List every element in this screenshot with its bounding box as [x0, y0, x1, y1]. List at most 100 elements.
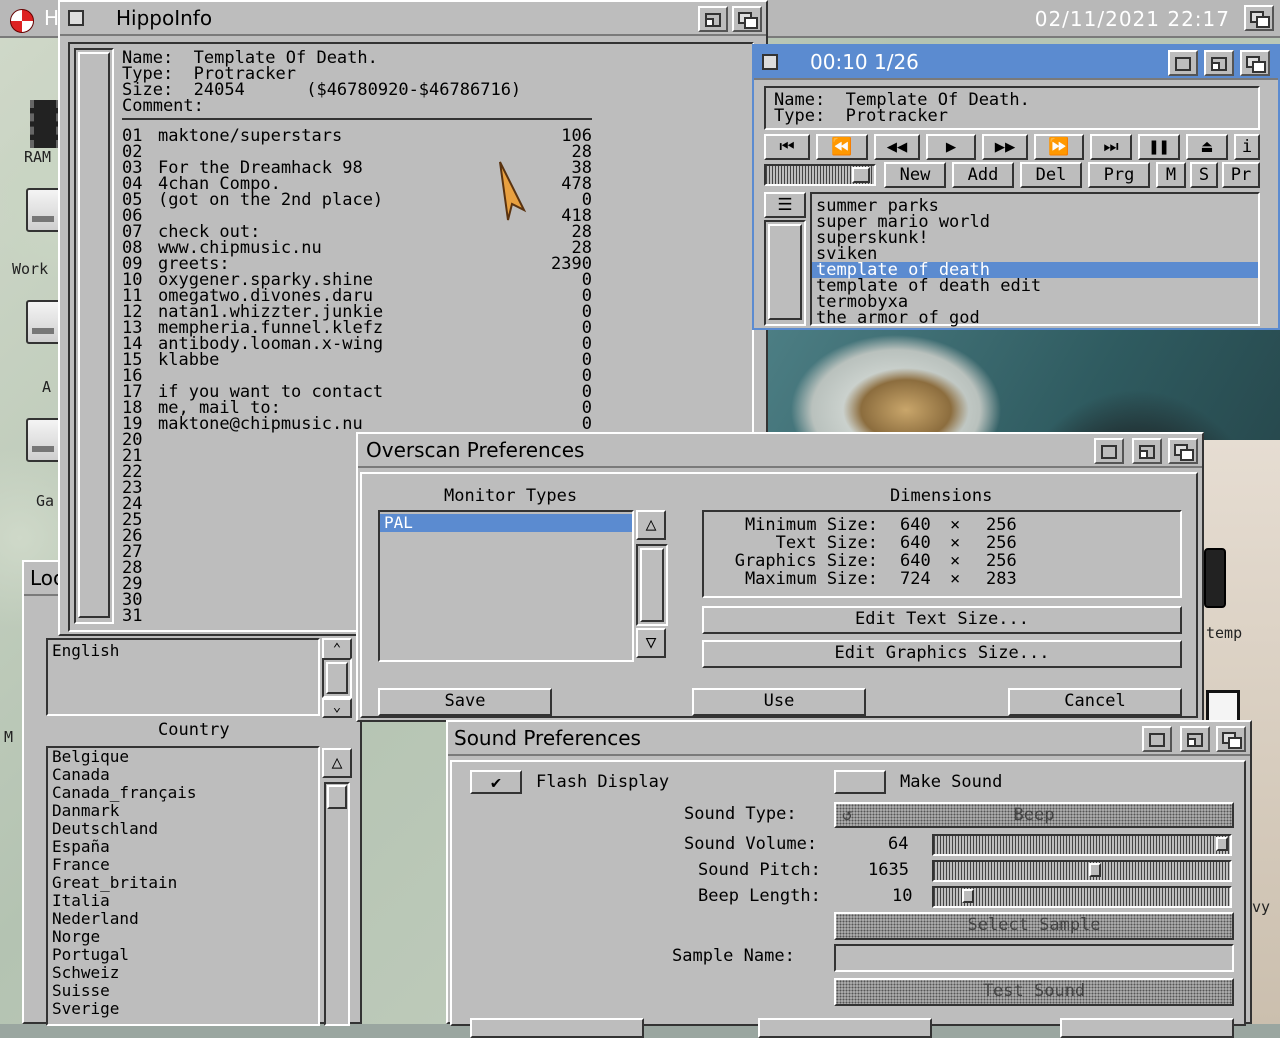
- player-depth-icon[interactable]: [1240, 50, 1270, 76]
- player-volume-knob[interactable]: [852, 167, 870, 183]
- monitor-type-item[interactable]: PAL: [380, 514, 632, 532]
- country-item[interactable]: Belgique: [48, 748, 318, 766]
- rewind-icon[interactable]: ◀◀: [874, 134, 920, 160]
- country-item[interactable]: France: [48, 856, 318, 874]
- forward-icon[interactable]: ▶▶: [982, 134, 1028, 160]
- m-button[interactable]: M: [1156, 162, 1186, 188]
- eject-icon[interactable]: ⏏: [1186, 134, 1228, 160]
- country-item[interactable]: Sverige: [48, 1000, 318, 1018]
- info-icon[interactable]: i: [1234, 134, 1260, 160]
- monitor-scroll-knob[interactable]: [640, 548, 664, 622]
- country-scrollbar[interactable]: [324, 782, 350, 1026]
- hippoinfo-scroll-knob[interactable]: [78, 52, 110, 618]
- drive-icon[interactable]: [26, 300, 62, 344]
- language-scroll-knob[interactable]: [326, 662, 348, 694]
- language-scroll-down-icon[interactable]: ⌄: [322, 698, 352, 718]
- work-drive-icon[interactable]: [26, 188, 62, 232]
- country-item[interactable]: Norge: [48, 928, 318, 946]
- volume-slider[interactable]: [932, 834, 1232, 856]
- country-scroll-up-icon[interactable]: △: [322, 748, 352, 778]
- language-scrollbar[interactable]: [322, 658, 352, 698]
- country-item[interactable]: Deutschland: [48, 820, 318, 838]
- floppy-disk-icon[interactable]: [1206, 690, 1240, 724]
- overscan-zoom-icon[interactable]: [1132, 438, 1162, 464]
- flash-display-checkbox[interactable]: ✔: [470, 770, 522, 794]
- overscan-title-bar[interactable]: Overscan Preferences: [358, 434, 1202, 468]
- country-item[interactable]: España: [48, 838, 318, 856]
- sound-title-bar[interactable]: Sound Preferences: [448, 722, 1250, 756]
- new-button[interactable]: New: [884, 162, 946, 188]
- beep-length-slider-knob[interactable]: [962, 889, 974, 903]
- overscan-window[interactable]: Overscan Preferences Monitor Types PAL △…: [356, 432, 1204, 722]
- playlist[interactable]: summer parks super mario world superskunk!…: [810, 192, 1260, 327]
- playlist-scrollbar[interactable]: [764, 220, 806, 326]
- country-item[interactable]: Italia: [48, 892, 318, 910]
- save-button[interactable]: Save: [378, 688, 552, 716]
- playlist-item[interactable]: superskunk!: [812, 230, 1258, 247]
- make-sound-checkbox[interactable]: [834, 770, 886, 794]
- use-button[interactable]: Use: [692, 688, 866, 716]
- monitor-types-list[interactable]: PAL: [378, 510, 634, 662]
- country-list[interactable]: Belgique Canada Canada_français Danmark Deut…: [46, 746, 320, 1026]
- next-subsong-icon[interactable]: ⏩: [1034, 134, 1084, 160]
- sound-save-button[interactable]: [470, 1018, 644, 1038]
- beep-length-slider[interactable]: [932, 886, 1232, 908]
- language-scroll-up-icon[interactable]: ⌃: [322, 638, 352, 660]
- pr-button[interactable]: Pr: [1222, 162, 1260, 188]
- sound-cancel-button[interactable]: [1060, 1018, 1234, 1038]
- sample-name-field[interactable]: [834, 944, 1234, 972]
- hippoinfo-title-bar[interactable]: HippoInfo: [60, 2, 766, 36]
- overscan-depth-icon[interactable]: [1168, 438, 1198, 464]
- pitch-slider[interactable]: [932, 860, 1232, 882]
- sound-use-button[interactable]: [758, 1018, 932, 1038]
- add-button[interactable]: Add: [952, 162, 1014, 188]
- volume-slider-knob[interactable]: [1216, 837, 1228, 851]
- temp-drawer-icon[interactable]: [1204, 548, 1226, 608]
- country-item[interactable]: Portugal: [48, 946, 318, 964]
- country-item[interactable]: Schweiz: [48, 964, 318, 982]
- sound-window[interactable]: Sound Preferences ✔ Flash Display Make S…: [446, 720, 1252, 1038]
- playlist-scroll-knob[interactable]: [768, 224, 802, 320]
- test-sound-button[interactable]: Test Sound: [834, 978, 1234, 1006]
- sound-depth-icon[interactable]: [1216, 726, 1246, 752]
- sound-iconify-icon[interactable]: [1142, 726, 1172, 752]
- ram-disk-icon[interactable]: [30, 100, 60, 148]
- cancel-button[interactable]: Cancel: [1008, 688, 1182, 716]
- last-icon[interactable]: ⏭: [1090, 134, 1132, 160]
- player-zoom-icon[interactable]: [1204, 50, 1234, 76]
- country-item[interactable]: Canada_français: [48, 784, 318, 802]
- playlist-item[interactable]: the armor of god: [812, 310, 1258, 327]
- play-icon[interactable]: ▶: [926, 134, 976, 160]
- country-scroll-knob[interactable]: [327, 785, 347, 809]
- pitch-slider-knob[interactable]: [1089, 863, 1101, 877]
- monitor-scroll-down-icon[interactable]: ▽: [636, 628, 666, 658]
- prg-button[interactable]: Prg: [1088, 162, 1150, 188]
- sound-zoom-icon[interactable]: [1180, 726, 1210, 752]
- monitor-scrollbar[interactable]: [636, 544, 668, 626]
- select-sample-button[interactable]: Select Sample: [834, 912, 1234, 940]
- country-item[interactable]: Nederland: [48, 910, 318, 928]
- amiga-logo-icon[interactable]: [10, 9, 34, 33]
- player-iconify-icon[interactable]: [1168, 50, 1198, 76]
- hippoinfo-scrollbar[interactable]: [74, 48, 114, 624]
- s-button[interactable]: S: [1190, 162, 1218, 188]
- screen-depth-gadget-icon[interactable]: [1244, 5, 1274, 31]
- player-window[interactable]: 00:10 1/26 Name: Template Of Death. Type…: [752, 44, 1280, 330]
- sound-type-cycle[interactable]: ↺ Beep: [834, 802, 1234, 828]
- hippoinfo-close-icon[interactable]: [68, 10, 84, 26]
- overscan-iconify-icon[interactable]: [1094, 438, 1124, 464]
- player-title-bar[interactable]: 00:10 1/26: [754, 46, 1278, 80]
- player-volume-slider[interactable]: [764, 164, 876, 186]
- del-button[interactable]: Del: [1020, 162, 1082, 188]
- monitor-scroll-up-icon[interactable]: △: [636, 510, 666, 540]
- prev-subsong-icon[interactable]: ⏪: [816, 134, 868, 160]
- hippoinfo-zoom-icon[interactable]: [698, 6, 728, 32]
- drive-icon[interactable]: [26, 418, 62, 462]
- language-item[interactable]: English: [48, 642, 318, 660]
- language-list[interactable]: English: [46, 638, 320, 716]
- country-item[interactable]: Canada: [48, 766, 318, 784]
- country-item[interactable]: Danmark: [48, 802, 318, 820]
- hippoinfo-depth-icon[interactable]: [732, 6, 762, 32]
- playlist-menu-icon[interactable]: ☰: [764, 192, 806, 218]
- country-item[interactable]: Great_britain: [48, 874, 318, 892]
